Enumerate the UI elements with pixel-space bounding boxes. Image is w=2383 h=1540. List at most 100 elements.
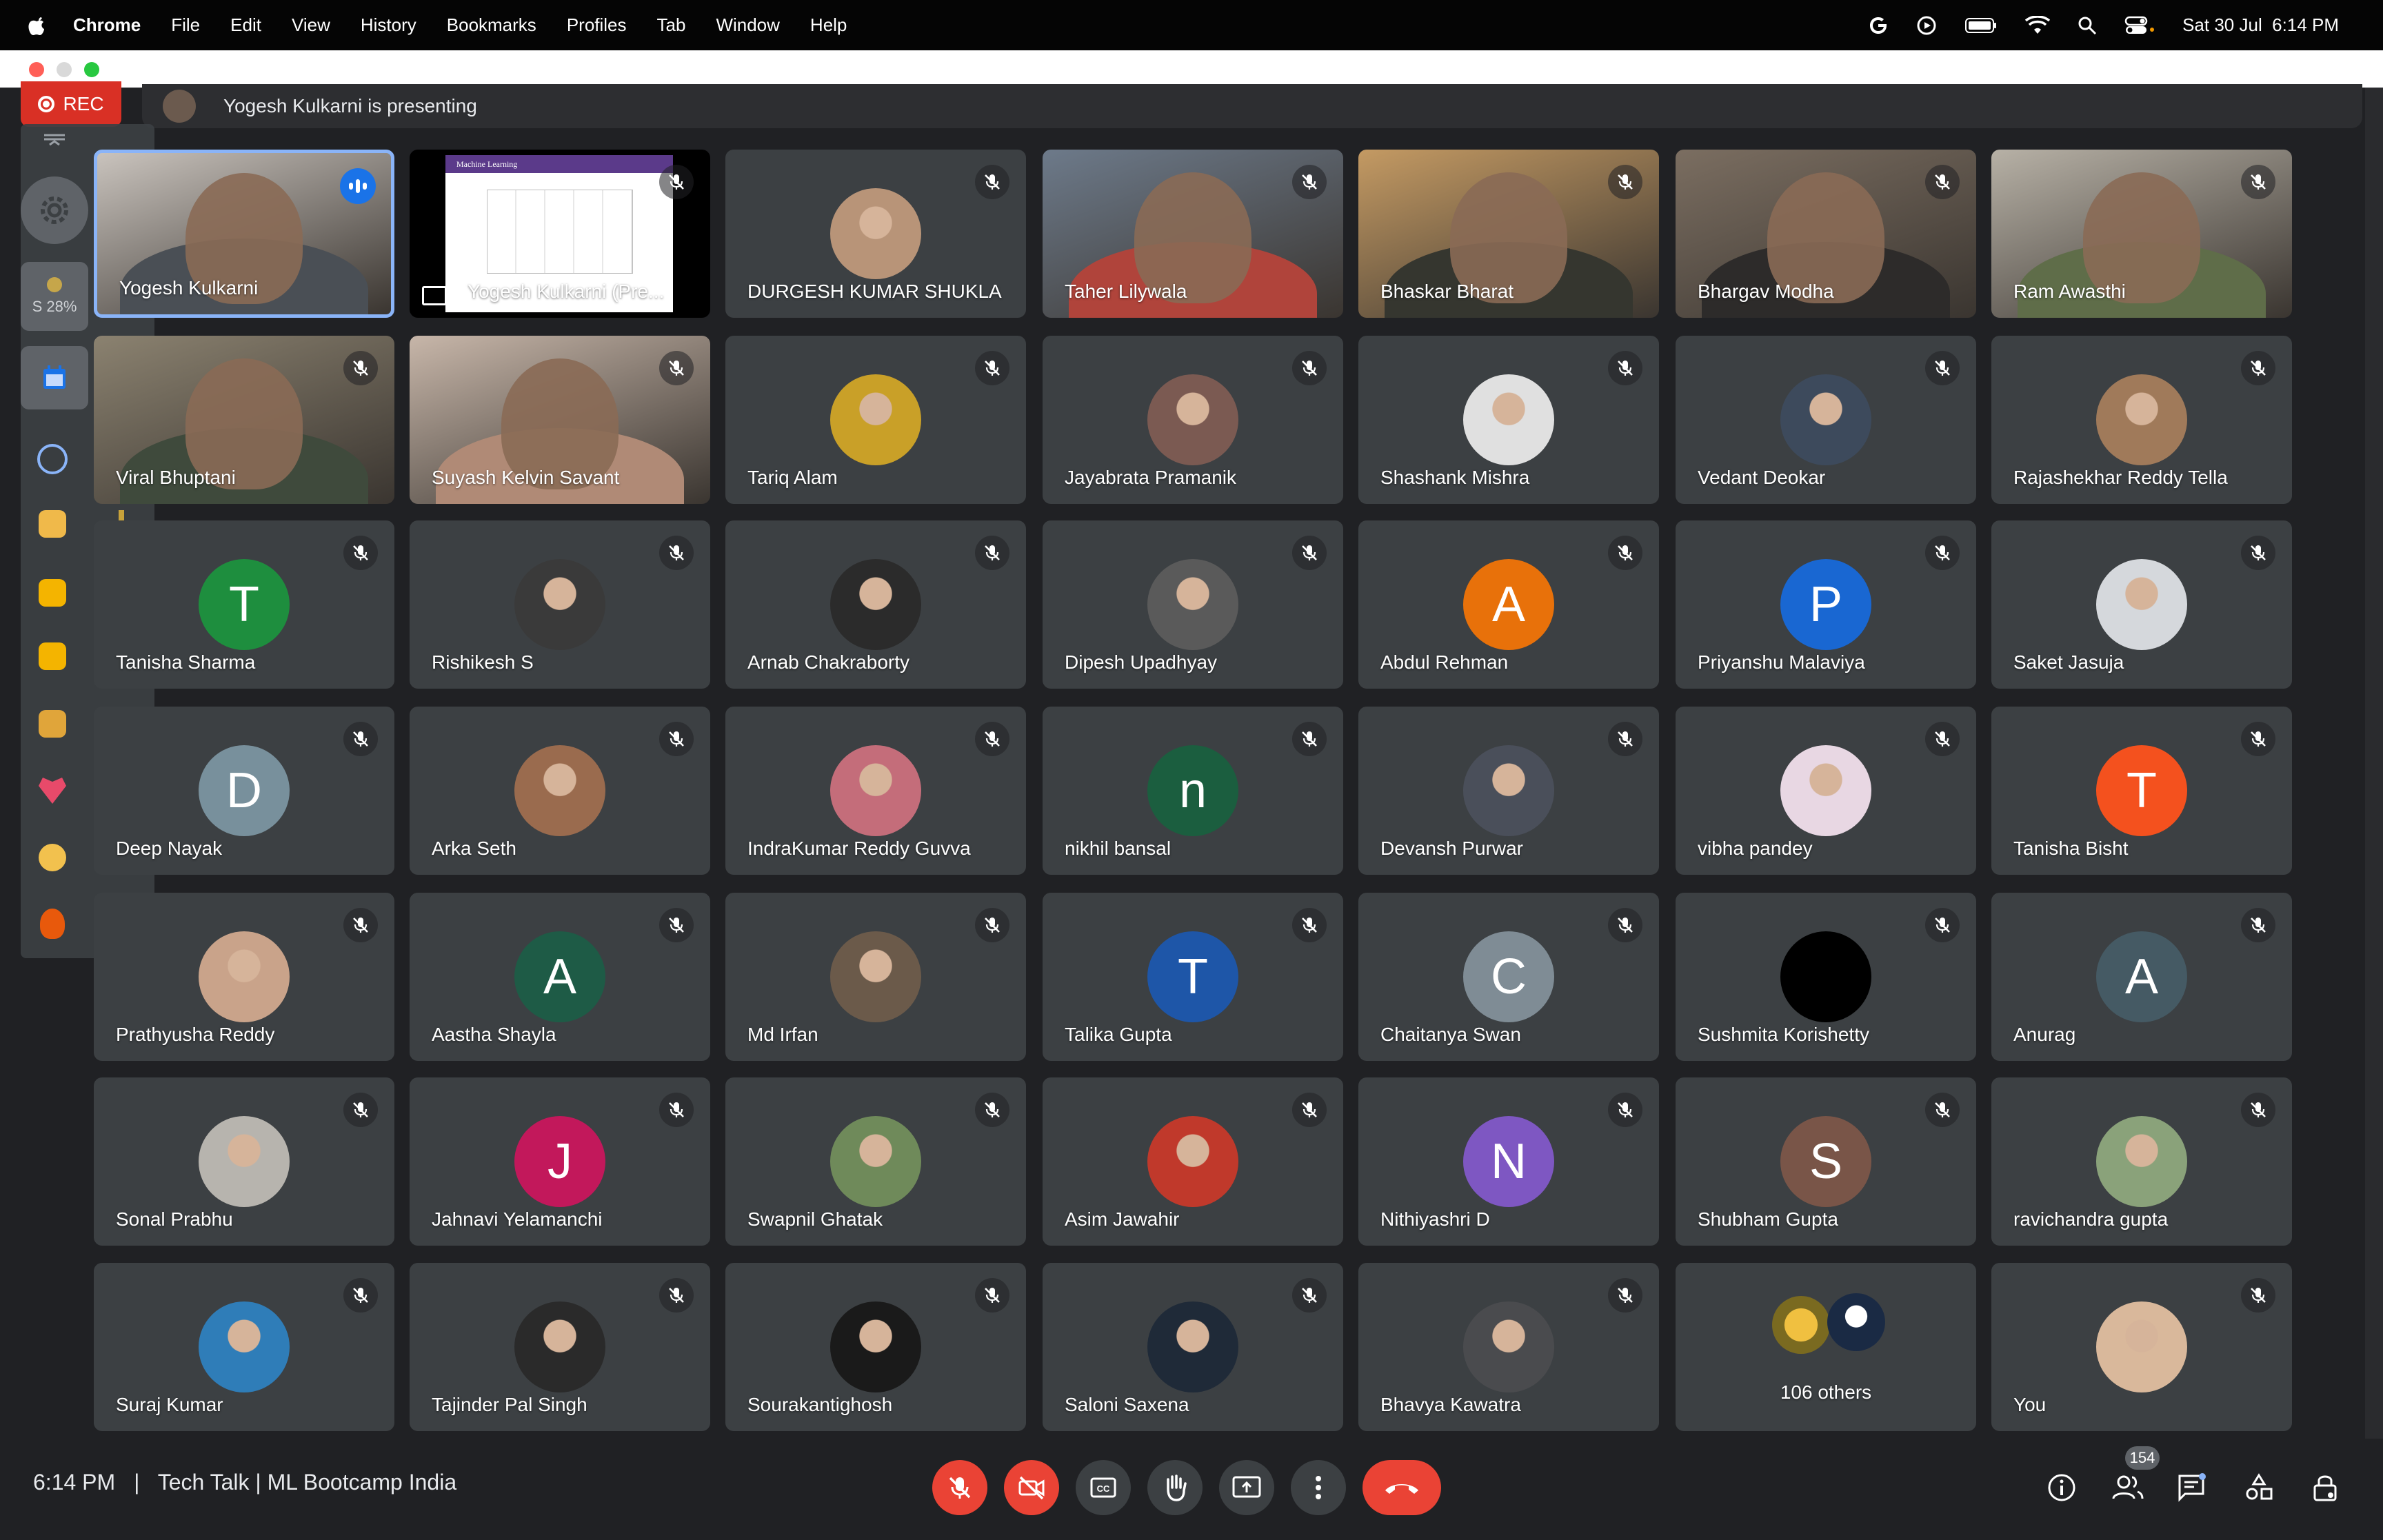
menu-history[interactable]: History (361, 14, 416, 36)
fire-reaction-icon[interactable] (40, 909, 65, 939)
smile-reaction-icon[interactable] (37, 444, 68, 474)
participant-tile[interactable]: Arka Seth (410, 707, 710, 875)
menubar-datetime[interactable]: Sat 30 Jul 6:14 PM (2182, 14, 2339, 36)
participant-tile[interactable]: Saket Jasuja (1991, 520, 2292, 689)
participant-tile[interactable]: A Anurag (1991, 893, 2292, 1061)
menu-bookmarks[interactable]: Bookmarks (447, 14, 536, 36)
participant-tile[interactable]: Bhaskar Bharat (1358, 150, 1659, 318)
participant-tile[interactable]: Taher Lilywala (1043, 150, 1343, 318)
participant-tile[interactable]: T Talika Gupta (1043, 893, 1343, 1061)
participant-tile[interactable]: Ram Awasthi (1991, 150, 2292, 318)
thumbs-down-reaction-icon[interactable] (39, 642, 66, 670)
battery-icon[interactable] (1964, 17, 1998, 34)
participant-tile[interactable]: S Shubham Gupta (1676, 1077, 1976, 1246)
recording-badge[interactable]: REC (21, 81, 121, 127)
thumbs-up-reaction-icon[interactable] (39, 579, 66, 607)
mic-off-icon (975, 165, 1009, 199)
menu-tab[interactable]: Tab (657, 14, 686, 36)
participant-tile[interactable]: ravichandra gupta (1991, 1077, 2292, 1246)
window-minimize-button[interactable] (57, 62, 72, 77)
participant-name: Yogesh Kulkarni (Pre... (467, 281, 665, 302)
microphone-toggle-button[interactable] (932, 1460, 987, 1515)
menu-file[interactable]: File (171, 14, 200, 36)
presenting-banner[interactable]: Yogesh Kulkarni is presenting (142, 84, 2362, 128)
people-button[interactable] (2109, 1468, 2147, 1507)
raise-hand-button[interactable] (1147, 1460, 1203, 1515)
participant-tile[interactable]: vibha pandey (1676, 707, 1976, 875)
wifi-icon[interactable] (2025, 15, 2051, 35)
participant-tile[interactable]: Jayabrata Pramanik (1043, 336, 1343, 504)
chat-button[interactable] (2172, 1468, 2211, 1507)
participant-tile[interactable]: You (1991, 1263, 2292, 1431)
participant-tile[interactable]: C Chaitanya Swan (1358, 893, 1659, 1061)
drag-handle-icon[interactable] (43, 132, 66, 146)
emoji-stat-box[interactable]: S 28% (21, 262, 88, 331)
participant-tile[interactable]: Swapnil Ghatak (725, 1077, 1026, 1246)
participant-tile[interactable]: Suraj Kumar (94, 1263, 394, 1431)
participant-tile[interactable]: A Aastha Shayla (410, 893, 710, 1061)
participant-tile[interactable]: J Jahnavi Yelamanchi (410, 1077, 710, 1246)
participant-tile[interactable]: Suyash Kelvin Savant (410, 336, 710, 504)
clap-reaction-icon[interactable] (39, 710, 66, 738)
menu-view[interactable]: View (292, 14, 330, 36)
participant-tile[interactable]: DURGESH KUMAR SHUKLA (725, 150, 1026, 318)
participant-tile[interactable]: Prathyusha Reddy (94, 893, 394, 1061)
participant-tile[interactable]: Tariq Alam (725, 336, 1026, 504)
participant-tile[interactable]: Saloni Saxena (1043, 1263, 1343, 1431)
participant-tile[interactable]: IndraKumar Reddy Guvva (725, 707, 1026, 875)
participant-tile[interactable]: T Tanisha Bisht (1991, 707, 2292, 875)
google-icon[interactable] (1868, 15, 1889, 36)
participant-tile[interactable]: A Abdul Rehman (1358, 520, 1659, 689)
participant-tile[interactable]: n nikhil bansal (1043, 707, 1343, 875)
participant-tile[interactable]: T Tanisha Sharma (94, 520, 394, 689)
participant-tile[interactable]: 106 others (1676, 1263, 1976, 1431)
participant-tile[interactable]: Vedant Deokar (1676, 336, 1976, 504)
menu-window[interactable]: Window (716, 14, 779, 36)
right-scroll-track[interactable] (2365, 88, 2383, 1439)
calendar-button[interactable] (21, 346, 88, 409)
window-zoom-button[interactable] (84, 62, 99, 77)
participant-tile[interactable]: Bhargav Modha (1676, 150, 1976, 318)
control-center-icon[interactable] (2124, 16, 2155, 35)
camera-toggle-button[interactable] (1004, 1460, 1059, 1515)
menu-edit[interactable]: Edit (230, 14, 261, 36)
leave-call-button[interactable] (1363, 1460, 1441, 1515)
participant-tile[interactable]: Bhavya Kawatra (1358, 1263, 1659, 1431)
participant-tile[interactable]: Rajashekhar Reddy Tella (1991, 336, 2292, 504)
participant-tile[interactable]: Machine Learning Yogesh Kulkarni (Pre... (410, 150, 710, 318)
participant-tile[interactable]: Asim Jawahir (1043, 1077, 1343, 1246)
participant-tile[interactable]: Viral Bhuptani (94, 336, 394, 504)
participant-tile[interactable]: Rishikesh S (410, 520, 710, 689)
participant-tile[interactable]: Dipesh Upadhyay (1043, 520, 1343, 689)
participant-tile[interactable]: D Deep Nayak (94, 707, 394, 875)
participant-tile[interactable]: Arnab Chakraborty (725, 520, 1026, 689)
participant-tile[interactable]: Sonal Prabhu (94, 1077, 394, 1246)
wave-reaction-icon[interactable] (39, 510, 66, 538)
captions-button[interactable]: CC (1076, 1460, 1131, 1515)
meeting-details-button[interactable] (2042, 1468, 2081, 1507)
participant-tile[interactable]: P Priyanshu Malaviya (1676, 520, 1976, 689)
settings-button[interactable] (21, 176, 88, 244)
spotlight-search-icon[interactable] (2078, 16, 2097, 35)
activities-button[interactable] (2240, 1468, 2278, 1507)
participant-tile[interactable]: Yogesh Kulkarni (94, 150, 394, 318)
more-options-button[interactable] (1291, 1460, 1346, 1515)
menu-profiles[interactable]: Profiles (567, 14, 627, 36)
present-now-button[interactable] (1219, 1460, 1274, 1515)
participant-tile[interactable]: Sourakantighosh (725, 1263, 1026, 1431)
participant-tile[interactable]: Shashank Mishra (1358, 336, 1659, 504)
window-close-button[interactable] (29, 62, 44, 77)
menu-help[interactable]: Help (810, 14, 847, 36)
participant-tile[interactable]: Tajinder Pal Singh (410, 1263, 710, 1431)
profile-photo (199, 931, 290, 1022)
participant-name: Suyash Kelvin Savant (432, 467, 620, 488)
app-menu-chrome[interactable]: Chrome (73, 14, 141, 36)
play-icon[interactable] (1916, 15, 1937, 36)
apple-icon[interactable] (26, 14, 47, 37)
participant-tile[interactable]: Md Irfan (725, 893, 1026, 1061)
participant-tile[interactable]: Devansh Purwar (1358, 707, 1659, 875)
participant-tile[interactable]: N Nithiyashri D (1358, 1077, 1659, 1246)
laugh-reaction-icon[interactable] (39, 844, 66, 871)
host-controls-button[interactable] (2306, 1468, 2344, 1507)
participant-tile[interactable]: Sushmita Korishetty (1676, 893, 1976, 1061)
